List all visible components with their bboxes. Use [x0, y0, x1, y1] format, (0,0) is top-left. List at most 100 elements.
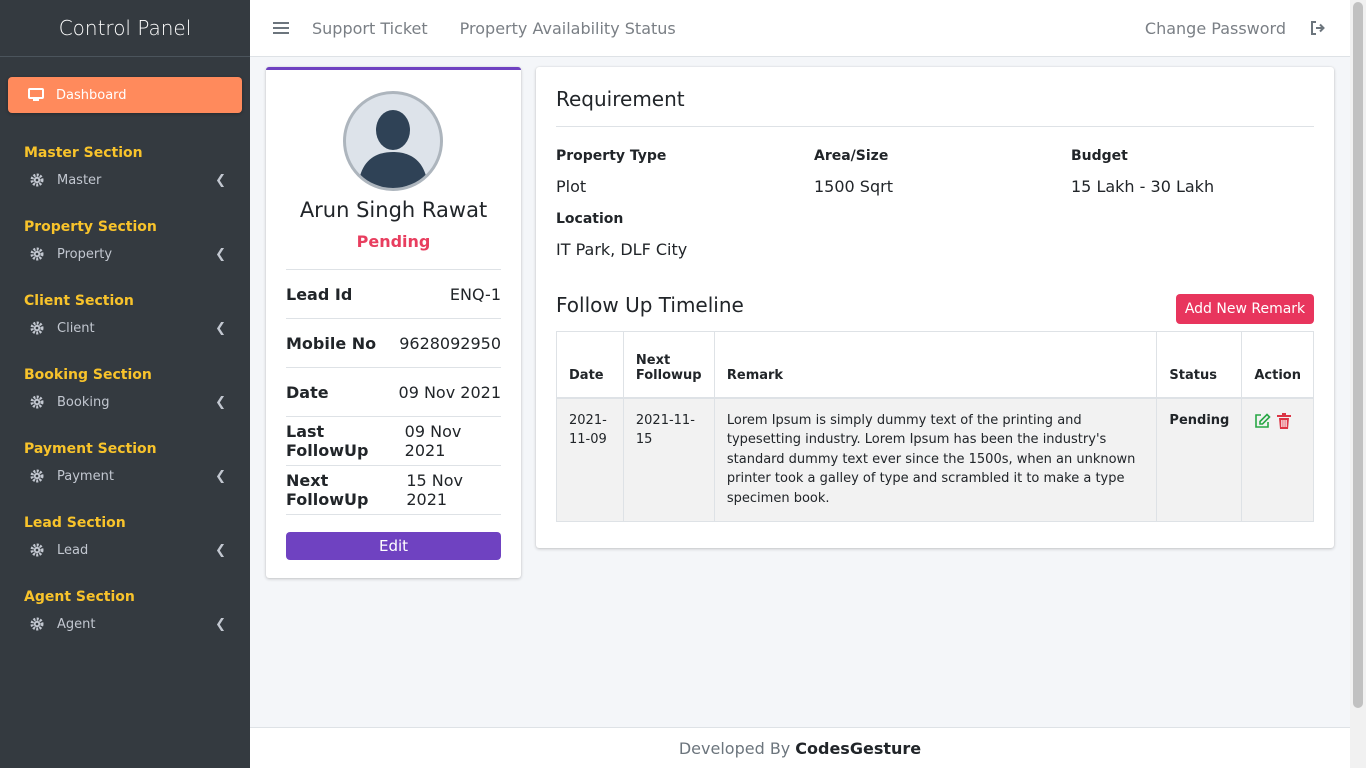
chevron-left-icon: ❮	[215, 246, 226, 262]
gear-icon	[30, 469, 44, 483]
sidebar-item-property[interactable]: Property ❮	[8, 235, 242, 273]
footer: Developed By CodesGesture	[250, 727, 1350, 768]
cell-remark: Lorem Ipsum is simply dummy text of the …	[713, 397, 1158, 522]
edit-icon[interactable]	[1254, 412, 1271, 436]
list-item: Next FollowUp 15 Nov 2021	[286, 466, 501, 515]
avatar	[343, 91, 443, 191]
sidebar-item-lead[interactable]: Lead ❮	[8, 531, 242, 569]
section-header-property: Property Section	[24, 219, 157, 235]
hamburger-menu-icon[interactable]	[250, 21, 312, 35]
sidebar-item-label: Property	[57, 246, 113, 262]
page-scrollbar[interactable]	[1350, 0, 1366, 768]
detail-key: Date	[286, 382, 329, 402]
detail-value: 09 Nov 2021	[398, 382, 501, 402]
list-item: Date 09 Nov 2021	[286, 368, 501, 417]
sidebar-item-label: Payment	[57, 468, 114, 484]
cell-action	[1241, 397, 1314, 522]
location-value: IT Park, DLF City	[556, 240, 688, 259]
sidebar-nav: Dashboard Master Section Master ❮ Proper…	[0, 77, 250, 643]
footer-prefix: Developed By	[678, 738, 791, 758]
chevron-left-icon: ❮	[215, 468, 226, 484]
lead-profile-card: Arun Singh Rawat Pending Lead Id ENQ-1 Mo…	[266, 67, 521, 578]
sidebar-item-label: Master	[57, 172, 102, 188]
followup-table: Date Next Followup Remark Status Action …	[556, 331, 1314, 522]
gear-icon	[30, 395, 44, 409]
trash-icon[interactable]	[1277, 412, 1292, 436]
section-header-master: Master Section	[24, 145, 143, 161]
chevron-left-icon: ❮	[215, 616, 226, 632]
detail-value: 9628092950	[399, 333, 501, 353]
requirement-title: Requirement	[556, 87, 685, 111]
location-label: Location	[556, 211, 624, 227]
table-row: 2021-11-09 2021-11-15 Lorem Ipsum is sim…	[556, 397, 1314, 522]
detail-value: 09 Nov 2021	[404, 422, 462, 460]
table-header-row: Date Next Followup Remark Status Action	[556, 331, 1314, 399]
change-password-link[interactable]: Change Password	[1145, 19, 1286, 38]
budget-value: 15 Lakh - 30 Lakh	[1071, 177, 1215, 196]
section-header-payment: Payment Section	[24, 441, 157, 457]
footer-brand[interactable]: CodesGesture	[795, 739, 921, 758]
detail-key: Next FollowUp	[286, 471, 369, 509]
sidebar-item-agent[interactable]: Agent ❮	[8, 605, 242, 643]
edit-button[interactable]: Edit	[286, 532, 501, 560]
gear-icon	[30, 543, 44, 557]
top-navbar: Support Ticket Property Availability Sta…	[250, 0, 1350, 57]
area-size-label: Area/Size	[814, 148, 889, 164]
chevron-left-icon: ❮	[215, 394, 226, 410]
logout-icon[interactable]	[1310, 21, 1326, 35]
monitor-icon	[28, 88, 44, 102]
detail-key: Mobile No	[286, 333, 377, 353]
sidebar-item-label: Client	[57, 320, 95, 336]
column-header-next-followup[interactable]: Next Followup	[622, 331, 715, 399]
chevron-left-icon: ❮	[215, 542, 226, 558]
section-header-client: Client Section	[24, 293, 134, 309]
budget-label: Budget	[1071, 148, 1128, 164]
support-ticket-link[interactable]: Support Ticket	[312, 19, 428, 38]
sidebar-item-dashboard[interactable]: Dashboard	[8, 77, 242, 113]
sidebar-item-label: Dashboard	[56, 87, 127, 103]
detail-key: Lead Id	[286, 284, 353, 304]
area-size-value: 1500 Sqrt	[814, 177, 893, 196]
sidebar-item-client[interactable]: Client ❮	[8, 309, 242, 347]
list-item: Lead Id ENQ-1	[286, 270, 501, 319]
user-silhouette-icon	[358, 110, 428, 188]
detail-value: 15 Nov 2021	[406, 471, 463, 509]
sidebar-item-payment[interactable]: Payment ❮	[8, 457, 242, 495]
scrollbar-thumb[interactable]	[1353, 2, 1363, 708]
gear-icon	[30, 617, 44, 631]
column-header-status[interactable]: Status	[1156, 331, 1243, 399]
property-type-label: Property Type	[556, 148, 667, 164]
row-actions	[1254, 411, 1301, 436]
gear-icon	[30, 321, 44, 335]
gear-icon	[30, 247, 44, 261]
sidebar-item-booking[interactable]: Booking ❮	[8, 383, 242, 421]
brand-title[interactable]: Control Panel	[0, 0, 250, 57]
divider	[556, 126, 1314, 127]
cell-next-followup: 2021-11-15	[622, 397, 715, 522]
section-header-booking: Booking Section	[24, 367, 152, 383]
section-header-agent: Agent Section	[24, 589, 135, 605]
property-type-value: Plot	[556, 177, 587, 196]
add-new-remark-button[interactable]: Add New Remark	[1176, 294, 1314, 324]
lead-status-badge: Pending	[356, 232, 431, 251]
sidebar-item-master[interactable]: Master ❮	[8, 161, 242, 199]
column-header-action[interactable]: Action	[1241, 331, 1314, 399]
chevron-left-icon: ❮	[215, 172, 226, 188]
chevron-left-icon: ❮	[215, 320, 226, 336]
section-header-lead: Lead Section	[24, 515, 126, 531]
column-header-date[interactable]: Date	[556, 331, 624, 399]
column-header-remark[interactable]: Remark	[713, 331, 1158, 399]
cell-status: Pending	[1156, 397, 1243, 522]
sidebar-item-label: Booking	[57, 394, 110, 410]
list-item: Mobile No 9628092950	[286, 319, 501, 368]
detail-key: Last FollowUp	[286, 422, 369, 460]
detail-value: ENQ-1	[449, 284, 501, 304]
cell-date: 2021-11-09	[556, 397, 624, 522]
sidebar-item-label: Agent	[57, 616, 96, 632]
requirement-card: Requirement Property Type Plot Area/Size…	[536, 67, 1334, 548]
list-item: Last FollowUp 09 Nov 2021	[286, 417, 501, 466]
gear-icon	[30, 173, 44, 187]
lead-details-list: Lead Id ENQ-1 Mobile No 9628092950 Date 09 …	[286, 269, 501, 515]
property-availability-link[interactable]: Property Availability Status	[460, 19, 676, 38]
followup-title: Follow Up Timeline	[556, 293, 744, 317]
